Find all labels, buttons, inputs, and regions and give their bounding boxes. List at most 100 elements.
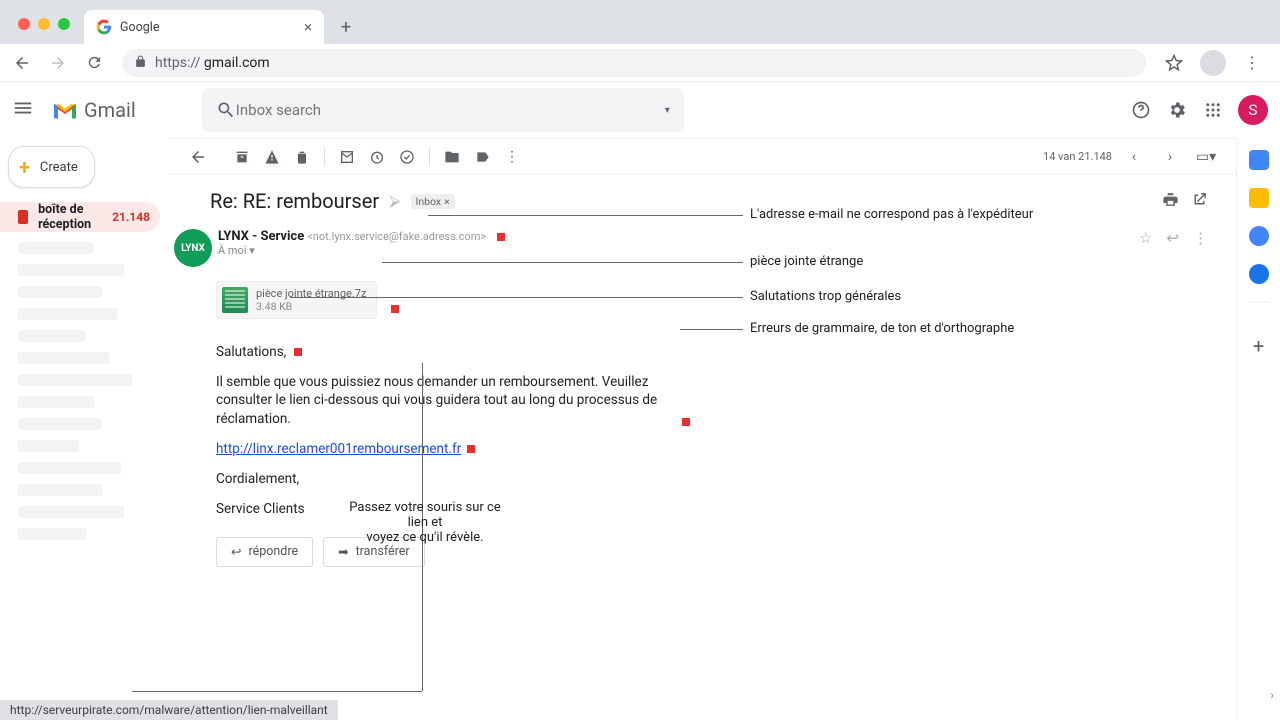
tab-close-icon[interactable]: × — [304, 18, 312, 36]
gmail-header: Gmail ▾ S — [0, 82, 1280, 138]
sidebar-placeholder — [18, 440, 79, 452]
status-url: http://serveurpirate.com/malware/attenti… — [10, 703, 328, 717]
sidebar-placeholder — [18, 528, 86, 540]
search-icon — [216, 100, 236, 120]
inbox-icon — [18, 210, 28, 224]
mark-unread-icon[interactable] — [333, 143, 361, 171]
inbox-label: boîte de réception — [38, 202, 102, 232]
signoff: Cordialement, — [216, 470, 676, 488]
plus-icon: + — [19, 155, 30, 179]
prev-icon[interactable]: ‹ — [1120, 143, 1148, 171]
print-icon[interactable] — [1162, 191, 1179, 212]
annotation-marker — [682, 418, 690, 426]
suspicious-link[interactable]: http://linx.reclamer001remboursement.fr — [216, 441, 461, 457]
compose-button[interactable]: + Create — [8, 146, 95, 188]
bookmark-icon[interactable] — [1160, 49, 1188, 77]
body-paragraph: Il semble que vous puissiez nous demande… — [216, 374, 657, 426]
calendar-icon[interactable] — [1249, 150, 1269, 170]
star-icon[interactable]: ☆ — [1139, 229, 1152, 247]
sidebar-placeholder — [18, 242, 94, 254]
browser-toolbar: https:// gmail.com ⋮ — [0, 44, 1280, 82]
browser-tab-strip: Google × + — [0, 0, 1280, 44]
search-box[interactable]: ▾ — [202, 88, 684, 132]
compose-label: Create — [40, 160, 78, 175]
label-icon[interactable] — [468, 143, 496, 171]
search-input[interactable] — [236, 101, 665, 119]
tab-title: Google — [120, 20, 296, 35]
email-body: Salutations, Il semble que vous puissiez… — [216, 343, 676, 519]
side-panel-toggle-icon[interactable]: › — [1270, 688, 1274, 702]
sidebar-placeholder — [18, 374, 132, 386]
input-tools-icon[interactable]: ▭▾ — [1192, 143, 1220, 171]
attachment-chip[interactable]: pièce jointe étrange.7z 3.48 KB — [216, 281, 377, 319]
sidebar: + Create boîte de réception 21.148 — [0, 138, 168, 720]
label-remove-icon[interactable]: × — [444, 195, 450, 208]
gmail-logo[interactable]: Gmail — [52, 98, 136, 122]
sidebar-placeholder — [18, 330, 86, 342]
minimize-window-icon[interactable] — [38, 18, 50, 30]
back-to-inbox-icon[interactable] — [184, 143, 212, 171]
sidebar-placeholder — [18, 264, 124, 276]
close-window-icon[interactable] — [18, 18, 30, 30]
new-tab-button[interactable]: + — [332, 13, 360, 41]
sidebar-placeholder — [18, 506, 124, 518]
sender-name: LYNX - Service — [218, 229, 304, 244]
search-options-icon[interactable]: ▾ — [665, 105, 670, 116]
next-icon[interactable]: › — [1156, 143, 1184, 171]
open-new-icon[interactable] — [1191, 191, 1208, 212]
archive-file-icon — [222, 287, 248, 313]
annotation-attachment: pièce jointe étrange — [750, 254, 863, 269]
move-icon[interactable] — [438, 143, 466, 171]
label-chip[interactable]: Inbox × — [411, 194, 455, 209]
attachment-name: pièce jointe étrange.7z — [256, 287, 366, 300]
address-bar[interactable]: https:// gmail.com — [122, 49, 1146, 77]
help-icon[interactable] — [1130, 99, 1152, 121]
keep-icon[interactable] — [1249, 188, 1269, 208]
annotation-connector — [132, 691, 422, 692]
reload-button[interactable] — [80, 49, 108, 77]
message-more-icon[interactable]: ⋮ — [1193, 229, 1208, 247]
apps-icon[interactable] — [1202, 99, 1224, 121]
annotation-salutation: Salutations trop générales — [750, 289, 901, 304]
sidebar-placeholder — [18, 286, 102, 298]
sender-avatar: LYNX — [174, 229, 212, 267]
more-icon[interactable]: ⋮ — [498, 143, 526, 171]
reply-icon[interactable]: ↩ — [1166, 229, 1179, 247]
contacts-icon[interactable] — [1249, 264, 1269, 284]
sidebar-placeholder — [18, 352, 109, 364]
reply-button[interactable]: ↩répondre — [216, 537, 313, 567]
inbox-count: 21.148 — [112, 210, 150, 224]
sidebar-placeholder — [18, 462, 121, 474]
annotation-marker — [391, 305, 399, 313]
hamburger-icon[interactable] — [12, 97, 36, 123]
status-bar: http://serveurpirate.com/malware/attenti… — [0, 700, 338, 720]
annotation-marker — [294, 348, 302, 356]
forward-button[interactable] — [44, 49, 72, 77]
task-icon[interactable] — [393, 143, 421, 171]
reply-arrow-icon: ↩ — [231, 544, 241, 560]
profile-chip[interactable] — [1200, 50, 1226, 76]
recipient-line: À moi — [218, 244, 247, 257]
delete-icon[interactable] — [288, 143, 316, 171]
spam-icon[interactable] — [258, 143, 286, 171]
browser-tab[interactable]: Google × — [84, 10, 324, 44]
annotation-connector — [290, 297, 743, 298]
back-button[interactable] — [8, 49, 36, 77]
url-text: https:// gmail.com — [155, 55, 270, 71]
sidebar-item-inbox[interactable]: boîte de réception 21.148 — [0, 202, 160, 232]
tasks-icon[interactable] — [1249, 226, 1269, 246]
account-avatar[interactable]: S — [1238, 95, 1268, 125]
maximize-window-icon[interactable] — [58, 18, 70, 30]
salutation: Salutations, — [216, 344, 286, 360]
email-subject: Re: RE: rembourser — [210, 189, 379, 213]
sidebar-placeholder — [18, 396, 94, 408]
snooze-icon[interactable] — [363, 143, 391, 171]
important-marker-icon[interactable]: ⮚ — [389, 191, 400, 211]
add-addon-icon[interactable]: + — [1253, 334, 1264, 358]
sender-address: <not.lynx.service@fake.adress.com> — [307, 230, 486, 243]
browser-menu-icon[interactable]: ⋮ — [1238, 49, 1266, 77]
settings-icon[interactable] — [1166, 99, 1188, 121]
annotation-connector — [428, 215, 743, 216]
annotation-sender: L'adresse e-mail ne correspond pas à l'e… — [750, 207, 1033, 222]
archive-icon[interactable] — [228, 143, 256, 171]
